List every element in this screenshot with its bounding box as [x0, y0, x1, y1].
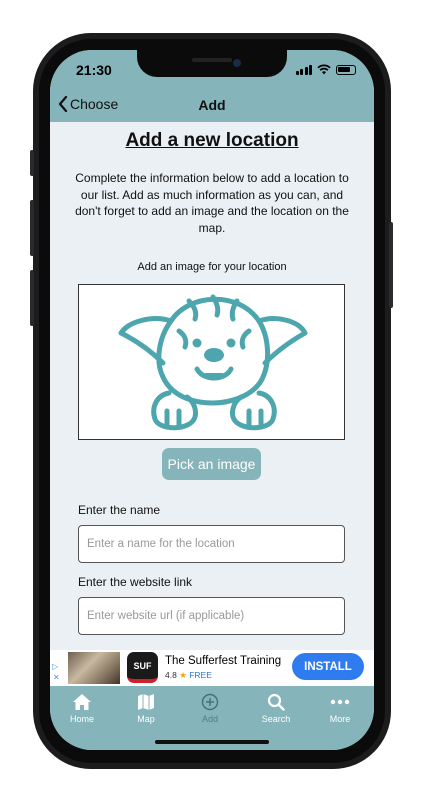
dog-placeholder-icon — [118, 294, 308, 431]
website-placeholder: Enter website url (if applicable) — [87, 610, 245, 622]
name-placeholder: Enter a name for the location — [87, 538, 235, 550]
ad-banner[interactable]: ▷ ✕ SUF The Sufferfest Training 4.8 ★ FR… — [50, 650, 374, 686]
tab-more[interactable]: More — [308, 692, 372, 724]
screen: 21:30 Choose Add Add a new location Comp… — [50, 50, 374, 750]
install-button[interactable]: INSTALL — [292, 653, 364, 680]
magnifier-icon — [267, 693, 285, 711]
ad-title: The Sufferfest Training — [165, 655, 282, 667]
tab-home[interactable]: Home — [50, 692, 114, 724]
ad-price: FREE — [189, 670, 212, 680]
volume-down-button — [30, 270, 34, 326]
volume-up-button — [30, 200, 34, 256]
front-camera — [233, 59, 241, 67]
map-icon — [138, 694, 154, 710]
ad-rating-value: 4.8 — [165, 670, 177, 680]
ad-choices-icon[interactable]: ▷ — [52, 662, 58, 671]
navigation-bar: Choose Add — [50, 90, 374, 122]
ad-rating: 4.8 ★ FREE — [165, 670, 212, 681]
silent-switch — [30, 150, 34, 176]
pick-image-button[interactable]: Pick an image — [162, 448, 261, 480]
wifi-icon — [317, 64, 331, 75]
image-label: Add an image for your location — [137, 261, 287, 273]
tab-search[interactable]: Search — [244, 692, 308, 724]
tab-search-label: Search — [261, 714, 291, 724]
website-input[interactable]: Enter website url (if applicable) — [78, 597, 345, 635]
form-content: Add a new location Complete the informat… — [50, 122, 374, 650]
tab-add-label: Add — [201, 714, 218, 724]
name-input[interactable]: Enter a name for the location — [78, 525, 345, 563]
signal-icon — [295, 65, 312, 75]
ad-close-icon[interactable]: ✕ — [53, 673, 60, 682]
name-label: Enter the name — [78, 503, 161, 517]
power-button — [389, 222, 393, 308]
tab-more-label: More — [329, 714, 351, 724]
image-preview — [78, 284, 345, 440]
speaker — [192, 58, 232, 62]
notch — [137, 50, 287, 77]
ad-image — [68, 652, 120, 684]
plus-circle-icon — [201, 693, 219, 711]
intro-text: Complete the information below to add a … — [75, 171, 349, 235]
tab-home-label: Home — [69, 714, 94, 724]
home-indicator[interactable] — [155, 740, 269, 744]
tab-add[interactable]: Add — [178, 692, 242, 724]
status-icons — [295, 64, 356, 75]
ellipsis-icon — [330, 699, 350, 705]
nav-title: Add — [198, 97, 226, 113]
house-icon — [73, 694, 91, 710]
tab-map-label: Map — [137, 714, 155, 724]
star-icon: ★ — [179, 670, 187, 680]
page-title: Add a new location — [125, 130, 299, 151]
ad-app-logo: SUF — [127, 652, 158, 683]
website-label: Enter the website link — [78, 575, 193, 589]
status-time: 21:30 — [76, 62, 112, 78]
battery-icon — [336, 65, 356, 75]
tab-map[interactable]: Map — [114, 692, 178, 724]
